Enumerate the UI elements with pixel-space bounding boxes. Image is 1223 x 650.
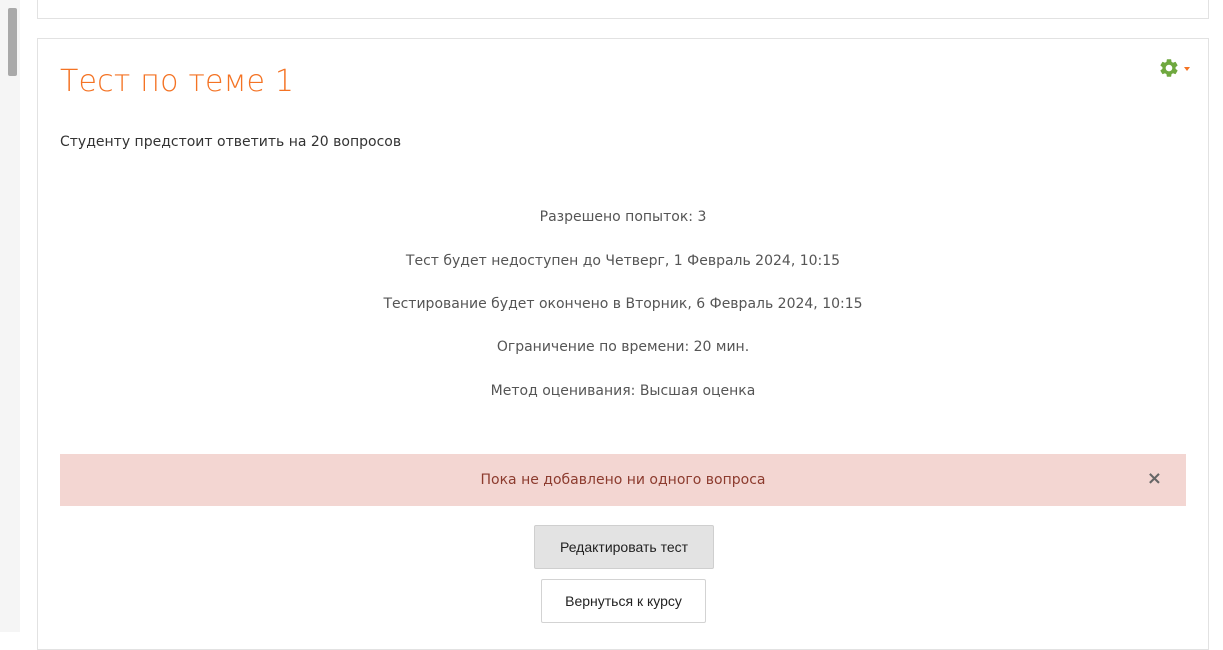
info-grading-method: Метод оценивания: Высшая оценка	[490, 383, 756, 399]
info-open-date: Тест будет недоступен до Четверг, 1 Февр…	[405, 253, 841, 269]
gear-icon	[1160, 59, 1178, 77]
back-to-course-button[interactable]: Вернуться к курсу	[541, 579, 706, 623]
close-icon[interactable]: ×	[1147, 468, 1162, 490]
info-attempts: Разрешено попыток: 3	[539, 209, 707, 225]
edit-quiz-button[interactable]: Редактировать тест	[534, 525, 714, 569]
previous-card	[37, 0, 1209, 19]
info-close-date: Тестирование будет окончено в Вторник, 6…	[383, 296, 863, 312]
page-title: Тест по теме 1	[60, 64, 295, 99]
no-questions-alert: Пока не добавлено ни одного вопроса ×	[60, 454, 1186, 506]
quiz-card: Тест по теме 1 Студенту предстоит ответи…	[37, 38, 1209, 650]
settings-menu-button[interactable]	[1158, 57, 1190, 79]
caret-down-icon	[1184, 67, 1190, 71]
scrollbar[interactable]	[0, 0, 20, 632]
quiz-intro: Студенту предстоит ответить на 20 вопрос…	[60, 134, 402, 150]
scrollbar-thumb[interactable]	[8, 8, 17, 76]
alert-message: Пока не добавлено ни одного вопроса	[480, 472, 766, 488]
info-time-limit: Ограничение по времени: 20 мин.	[496, 339, 750, 355]
